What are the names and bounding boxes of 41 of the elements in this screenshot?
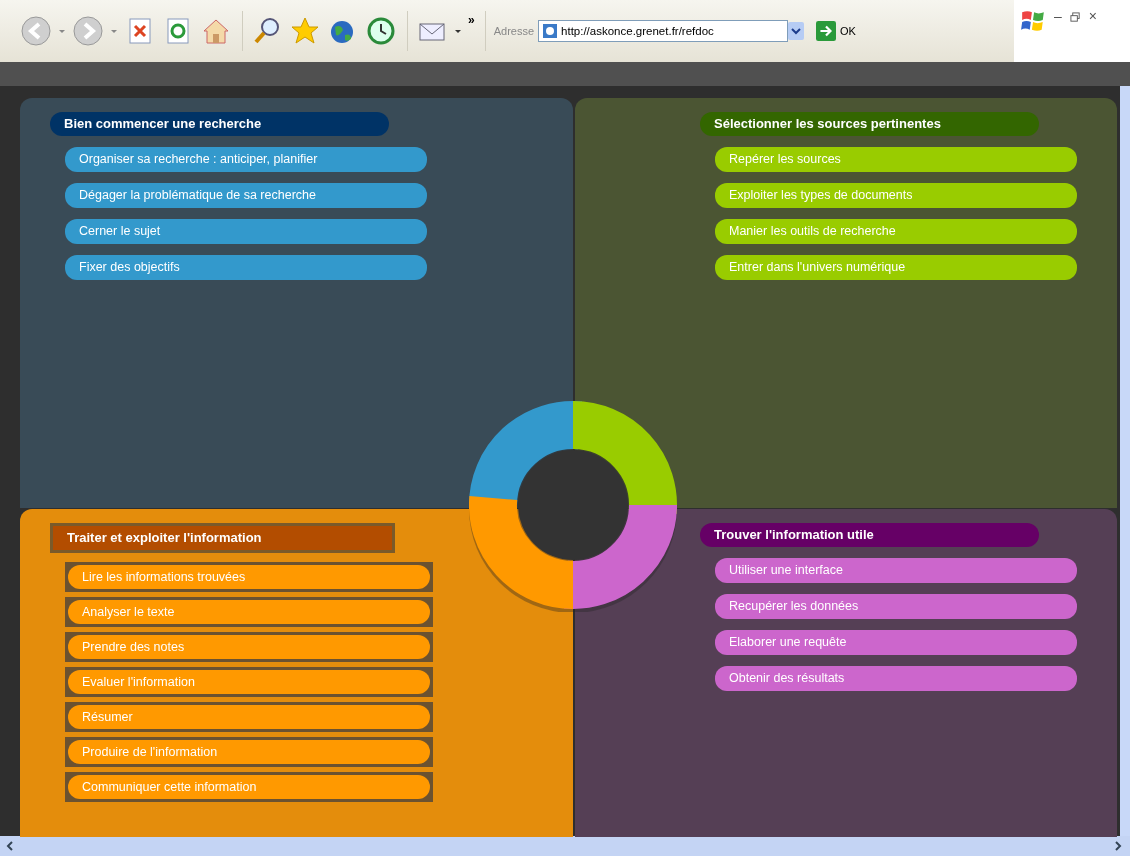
topic-link[interactable]: Analyser le texte — [68, 600, 430, 624]
dropdown-caret-icon[interactable] — [454, 27, 462, 35]
horizontal-scrollbar[interactable] — [0, 836, 1130, 856]
topic-link[interactable]: Repérer les sources — [715, 147, 1077, 172]
section-heading: Bien commencer une recherche — [50, 112, 389, 136]
topic-link[interactable]: Evaluer l'information — [68, 670, 430, 694]
back-icon[interactable] — [20, 15, 52, 47]
topic-link[interactable]: Obtenir des résultats — [715, 666, 1077, 691]
windows-logo-icon — [1020, 8, 1046, 34]
star-icon[interactable] — [289, 15, 321, 47]
restore-icon[interactable] — [1069, 12, 1081, 23]
topic-link[interactable]: Lire les informations trouvées — [68, 565, 430, 589]
more-chevron[interactable]: » — [468, 13, 475, 27]
page-icon — [542, 23, 559, 39]
topic-link[interactable]: Manier les outils de recherche — [715, 219, 1077, 244]
topic-link[interactable]: Communiquer cette information — [68, 775, 430, 799]
topic-link[interactable]: Prendre des notes — [68, 635, 430, 659]
scroll-left-icon[interactable] — [4, 840, 16, 852]
topic-link[interactable]: Entrer dans l'univers numérique — [715, 255, 1077, 280]
vertical-scrollbar[interactable] — [1120, 86, 1130, 836]
topic-link[interactable]: Fixer des objectifs — [65, 255, 427, 280]
section-heading: Sélectionner les sources pertinentes — [700, 112, 1039, 136]
topic-link[interactable]: Exploiter les types de documents — [715, 183, 1077, 208]
forward-icon[interactable] — [72, 15, 104, 47]
section-heading: Traiter et exploiter l'information — [50, 523, 395, 553]
scroll-right-icon[interactable] — [1112, 840, 1124, 852]
section-heading: Trouver l'information utile — [700, 523, 1039, 547]
topic-link[interactable]: Utiliser une interface — [715, 558, 1077, 583]
topic-link[interactable]: Résumer — [68, 705, 430, 729]
topic-link[interactable]: Produire de l'information — [68, 740, 430, 764]
topic-link[interactable]: Dégager la problématique de sa recherche — [65, 183, 427, 208]
go-label[interactable]: OK — [840, 25, 856, 37]
clock-icon[interactable] — [365, 15, 397, 47]
address-field[interactable]: http://askonce.grenet.fr/refdoc — [538, 20, 789, 42]
minimize-button[interactable]: – — [1054, 8, 1062, 24]
topic-link[interactable]: Cerner le sujet — [65, 219, 427, 244]
topic-link[interactable]: Elaborer une requête — [715, 630, 1077, 655]
close-button[interactable]: × — [1088, 8, 1097, 24]
topic-link[interactable]: Organiser sa recherche : anticiper, planifier — [65, 147, 427, 172]
topic-link[interactable]: Recupérer les données — [715, 594, 1077, 619]
address-label: Adresse — [493, 25, 535, 37]
